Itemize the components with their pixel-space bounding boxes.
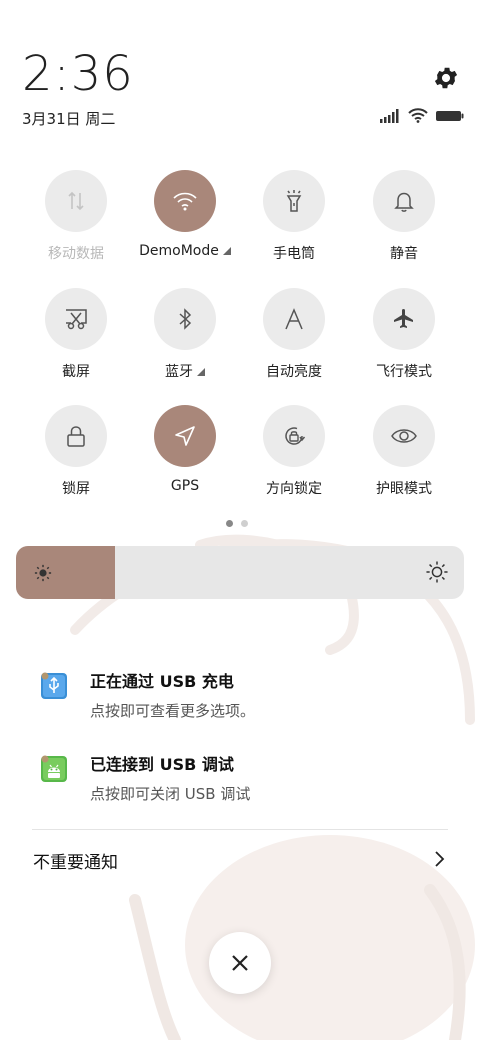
tile-mobile-data[interactable]: 移动数据 <box>21 170 131 263</box>
notification-title: 正在通过 USB 充电 <box>90 672 234 691</box>
tile-screenshot[interactable]: 截屏 <box>21 288 131 381</box>
clock-time: 2:36 <box>22 46 134 102</box>
eye-icon <box>391 429 417 443</box>
battery-icon <box>436 110 464 121</box>
tile-circle <box>263 405 325 467</box>
tile-gps[interactable]: GPS <box>130 405 240 494</box>
tile-eye-care[interactable]: 护眼模式 <box>349 405 459 498</box>
notification-usb-debugging[interactable]: 已连接到 USB 调试 点按即可关闭 USB 调试 <box>40 751 460 804</box>
tile-auto-brightness[interactable]: 自动亮度 <box>239 288 349 381</box>
airplane-icon <box>394 309 413 328</box>
date-label: 3月31日 周二 <box>22 110 116 128</box>
tile-label: 手电筒 <box>273 246 315 262</box>
notification-texts: 已连接到 USB 调试 点按即可关闭 USB 调试 <box>90 751 250 804</box>
tile-circle <box>373 170 435 232</box>
tile-label: 截屏 <box>62 364 90 380</box>
tile-lock-screen[interactable]: 锁屏 <box>21 405 131 498</box>
tile-label: 移动数据 <box>48 246 104 262</box>
tile-bluetooth[interactable]: 蓝牙 <box>130 288 240 381</box>
tile-label: DemoMode <box>130 243 240 259</box>
tile-label: GPS <box>170 478 200 494</box>
tile-label: 锁屏 <box>62 481 90 497</box>
location-arrow-icon <box>175 426 195 446</box>
expand-triangle-icon <box>197 368 205 376</box>
screenshot-icon <box>66 309 87 330</box>
divider <box>32 829 448 830</box>
tile-rotation-lock[interactable]: 方向锁定 <box>239 405 349 498</box>
brightness-high-icon <box>426 561 448 583</box>
bluetooth-icon <box>179 308 192 330</box>
flashlight-icon <box>286 190 302 212</box>
tile-flashlight[interactable]: 手电筒 <box>239 170 349 263</box>
rotation-lock-icon <box>285 427 306 445</box>
tile-label: 自动亮度 <box>266 364 322 380</box>
unimportant-notifications-link[interactable]: 不重要通知 <box>33 848 118 873</box>
chevron-right-icon[interactable] <box>430 849 450 869</box>
bell-icon <box>394 192 414 212</box>
status-icons <box>380 108 464 123</box>
page-dot[interactable] <box>241 520 248 527</box>
tile-circle <box>45 288 107 350</box>
lock-icon <box>67 426 85 447</box>
clear-notifications-button[interactable] <box>209 932 271 994</box>
brightness-slider[interactable] <box>16 546 464 599</box>
tile-circle <box>45 170 107 232</box>
wifi-icon <box>173 192 197 211</box>
usb-icon <box>41 672 67 699</box>
auto-brightness-icon <box>285 308 303 330</box>
tile-label: 静音 <box>390 246 418 262</box>
tile-wifi[interactable]: DemoMode <box>130 170 240 259</box>
tile-airplane[interactable]: 飞行模式 <box>349 288 459 381</box>
tile-label: 护眼模式 <box>376 481 432 497</box>
tile-circle <box>373 288 435 350</box>
tile-circle <box>263 288 325 350</box>
tile-circle <box>154 405 216 467</box>
android-debug-icon <box>41 755 67 782</box>
page-dot[interactable] <box>226 520 233 527</box>
signal-icon <box>380 108 399 123</box>
tile-label: 飞行模式 <box>376 364 432 380</box>
notification-body: 点按即可关闭 USB 调试 <box>90 785 251 803</box>
tile-circle <box>45 405 107 467</box>
brightness-fill <box>16 546 115 599</box>
settings-gear-icon[interactable] <box>432 64 460 92</box>
tile-circle <box>373 405 435 467</box>
tile-circle <box>154 170 216 232</box>
tile-mute[interactable]: 静音 <box>349 170 459 263</box>
notification-texts: 正在通过 USB 充电 点按即可查看更多选项。 <box>90 668 255 721</box>
close-icon <box>232 955 248 971</box>
tile-label: 方向锁定 <box>266 481 322 497</box>
notification-usb-charging[interactable]: 正在通过 USB 充电 点按即可查看更多选项。 <box>40 668 460 721</box>
notification-body: 点按即可查看更多选项。 <box>90 702 256 720</box>
mobile-data-icon <box>68 191 84 211</box>
notification-title: 已连接到 USB 调试 <box>90 755 234 774</box>
tile-circle <box>154 288 216 350</box>
tile-label: 蓝牙 <box>130 361 240 381</box>
brightness-low-icon <box>34 564 52 582</box>
expand-triangle-icon <box>222 247 231 255</box>
tile-circle <box>263 170 325 232</box>
wifi-status-icon <box>408 108 428 123</box>
page-indicator <box>226 520 248 527</box>
